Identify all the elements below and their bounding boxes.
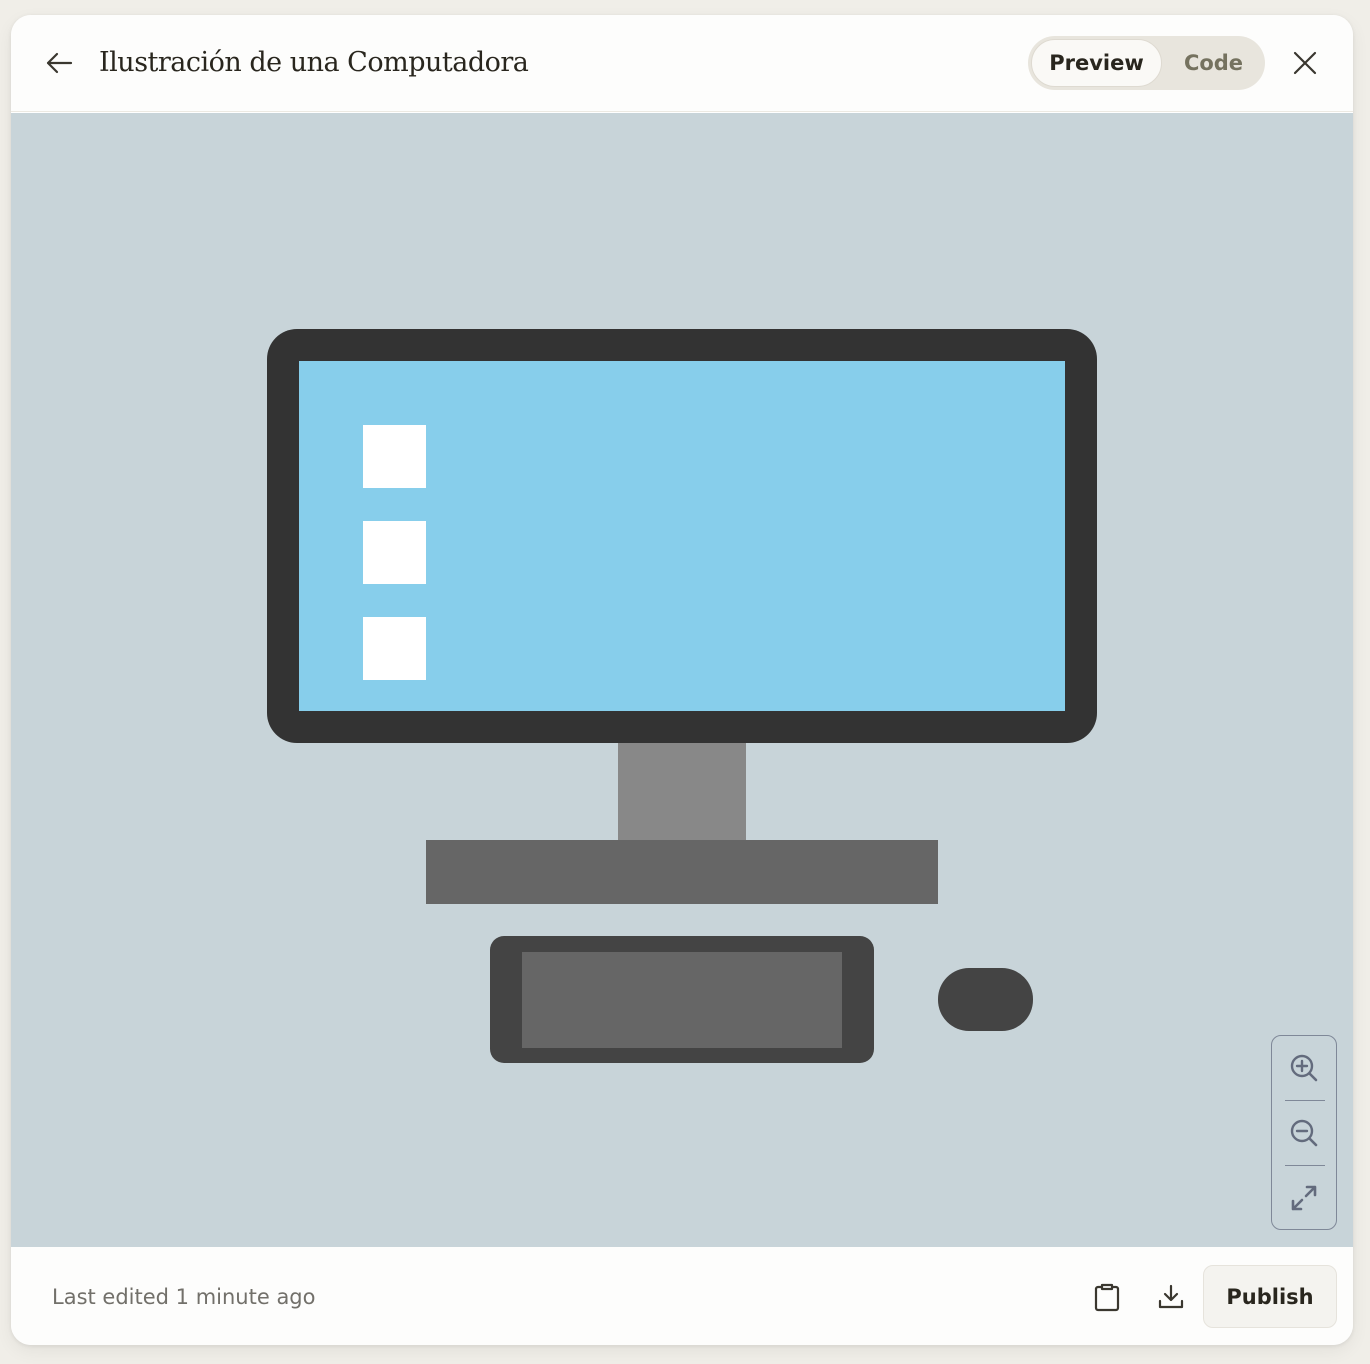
download-icon <box>1158 1284 1184 1309</box>
tab-preview[interactable]: Preview <box>1031 39 1162 87</box>
computer-illustration <box>267 329 1097 1063</box>
monitor-stand-neck <box>618 743 746 840</box>
clipboard-icon <box>1094 1283 1120 1312</box>
divider <box>1285 1100 1325 1101</box>
expand-icon <box>1291 1185 1317 1211</box>
fit-button[interactable] <box>1272 1168 1336 1228</box>
preview-canvas <box>11 113 1353 1247</box>
artifact-title: Ilustración de una Computadora <box>99 47 529 78</box>
artifact-footer: Last edited 1 minute ago Publish <box>11 1247 1353 1345</box>
zoom-out-button[interactable] <box>1272 1103 1336 1163</box>
zoom-controls <box>1271 1035 1337 1230</box>
close-button[interactable] <box>1287 45 1323 81</box>
arrow-left-icon <box>46 52 73 74</box>
monitor-stand-base <box>426 840 938 904</box>
desktop-icon <box>363 521 426 584</box>
last-edited-text: Last edited 1 minute ago <box>52 1285 316 1309</box>
view-toggle: Preview Code <box>1028 36 1265 90</box>
download-button[interactable] <box>1151 1277 1191 1317</box>
zoom-in-icon <box>1290 1054 1318 1082</box>
zoom-out-icon <box>1290 1119 1318 1147</box>
mouse <box>938 968 1033 1031</box>
desktop-icon <box>363 617 426 680</box>
divider <box>1285 1165 1325 1166</box>
artifact-header: Ilustración de una Computadora Preview C… <box>11 15 1353 112</box>
tab-code[interactable]: Code <box>1166 39 1261 87</box>
publish-button[interactable]: Publish <box>1203 1265 1337 1328</box>
desktop-icon <box>363 425 426 488</box>
close-icon <box>1293 51 1317 75</box>
keyboard-keys <box>522 952 842 1048</box>
artifact-panel: Ilustración de una Computadora Preview C… <box>11 15 1353 1345</box>
zoom-in-button[interactable] <box>1272 1038 1336 1098</box>
back-button[interactable] <box>41 47 77 79</box>
copy-button[interactable] <box>1087 1277 1127 1317</box>
